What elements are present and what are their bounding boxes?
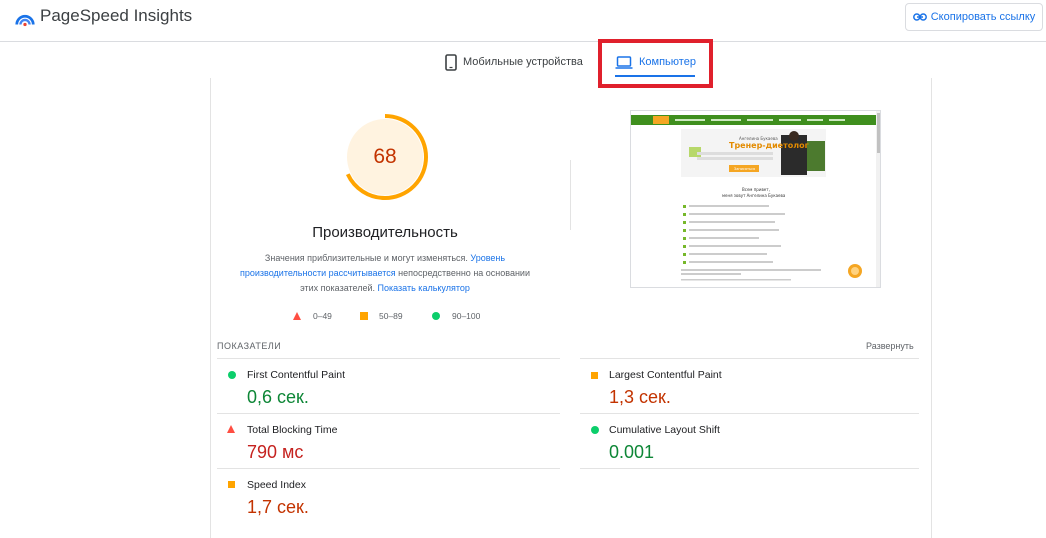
red-triangle-icon (227, 425, 235, 433)
app-title: PageSpeed Insights (40, 6, 193, 25)
tab-mobile[interactable]: Мобильные устройства (445, 48, 583, 76)
screenshot-hero-button: Записаться (734, 167, 755, 171)
pagespeed-logo-icon (15, 14, 35, 27)
desc-text-1: Значения приблизительные и могут изменят… (264, 253, 468, 263)
metric-si-name: Speed Index (247, 479, 306, 491)
smartphone-icon (445, 53, 457, 71)
screenshot-section-line2: меня зовут Ангелина Букаева (722, 193, 786, 198)
screenshot-preview-art: Ангелина Букаева Тренер-диетолог Записат… (631, 111, 880, 287)
legend-poor: 0–49 (293, 311, 332, 321)
green-circle-icon (591, 426, 599, 434)
metric-fcp-value: 0,6 сек. (247, 387, 309, 407)
green-circle-icon (228, 371, 236, 379)
legend-good-range: 90–100 (452, 311, 481, 321)
tab-mobile-label: Мобильные устройства (463, 56, 583, 68)
divider-line (580, 358, 919, 359)
copy-link-label: Скопировать ссылку (930, 11, 1036, 23)
metric-tbt-name: Total Blocking Time (247, 424, 338, 436)
top-bar: PageSpeed Insights Скопировать ссылку (0, 0, 1046, 42)
orange-square-icon (228, 481, 235, 488)
expand-metrics-button[interactable]: Развернуть (866, 341, 914, 351)
performance-title: Производительность (312, 224, 458, 241)
legend-average: 50–89 (360, 311, 403, 321)
vertical-divider (570, 160, 571, 230)
metrics-section-label: ПОКАЗАТЕЛИ (217, 341, 282, 351)
legend-average-range: 50–89 (379, 311, 403, 321)
metric-cls-name: Cumulative Layout Shift (609, 424, 720, 436)
metric-lcp-value: 1,3 сек. (609, 387, 671, 407)
show-calculator-link[interactable]: Показать калькулятор (378, 283, 470, 293)
copy-link-button[interactable]: Скопировать ссылку (905, 3, 1043, 31)
metric-cls-value: 0.001 (609, 442, 655, 462)
legend-good: 90–100 (432, 311, 480, 321)
screenshot-section-line1: Всем привет, (742, 187, 770, 192)
legend-poor-range: 0–49 (313, 311, 332, 321)
divider-line (217, 413, 560, 414)
link-icon (912, 13, 927, 21)
green-circle-icon (432, 312, 440, 320)
screenshot-hero-title: Тренер-диетолог (729, 141, 809, 150)
metric-si-value: 1,7 сек. (247, 497, 309, 517)
performance-score: 68 (373, 145, 397, 168)
metric-lcp-name: Largest Contentful Paint (609, 369, 722, 381)
performance-description: Значения приблизительные и могут изменят… (236, 251, 534, 296)
metric-tbt-value: 790 мс (247, 442, 304, 462)
divider-line (580, 413, 919, 414)
red-triangle-icon (293, 312, 301, 320)
metric-fcp-name: First Contentful Paint (247, 369, 346, 381)
orange-square-icon (591, 372, 598, 379)
page-screenshot-thumbnail: Ангелина Букаева Тренер-диетолог Записат… (630, 110, 881, 288)
orange-square-icon (360, 312, 368, 320)
divider-line (580, 468, 919, 469)
divider-line (217, 358, 560, 359)
divider-line (217, 468, 560, 469)
